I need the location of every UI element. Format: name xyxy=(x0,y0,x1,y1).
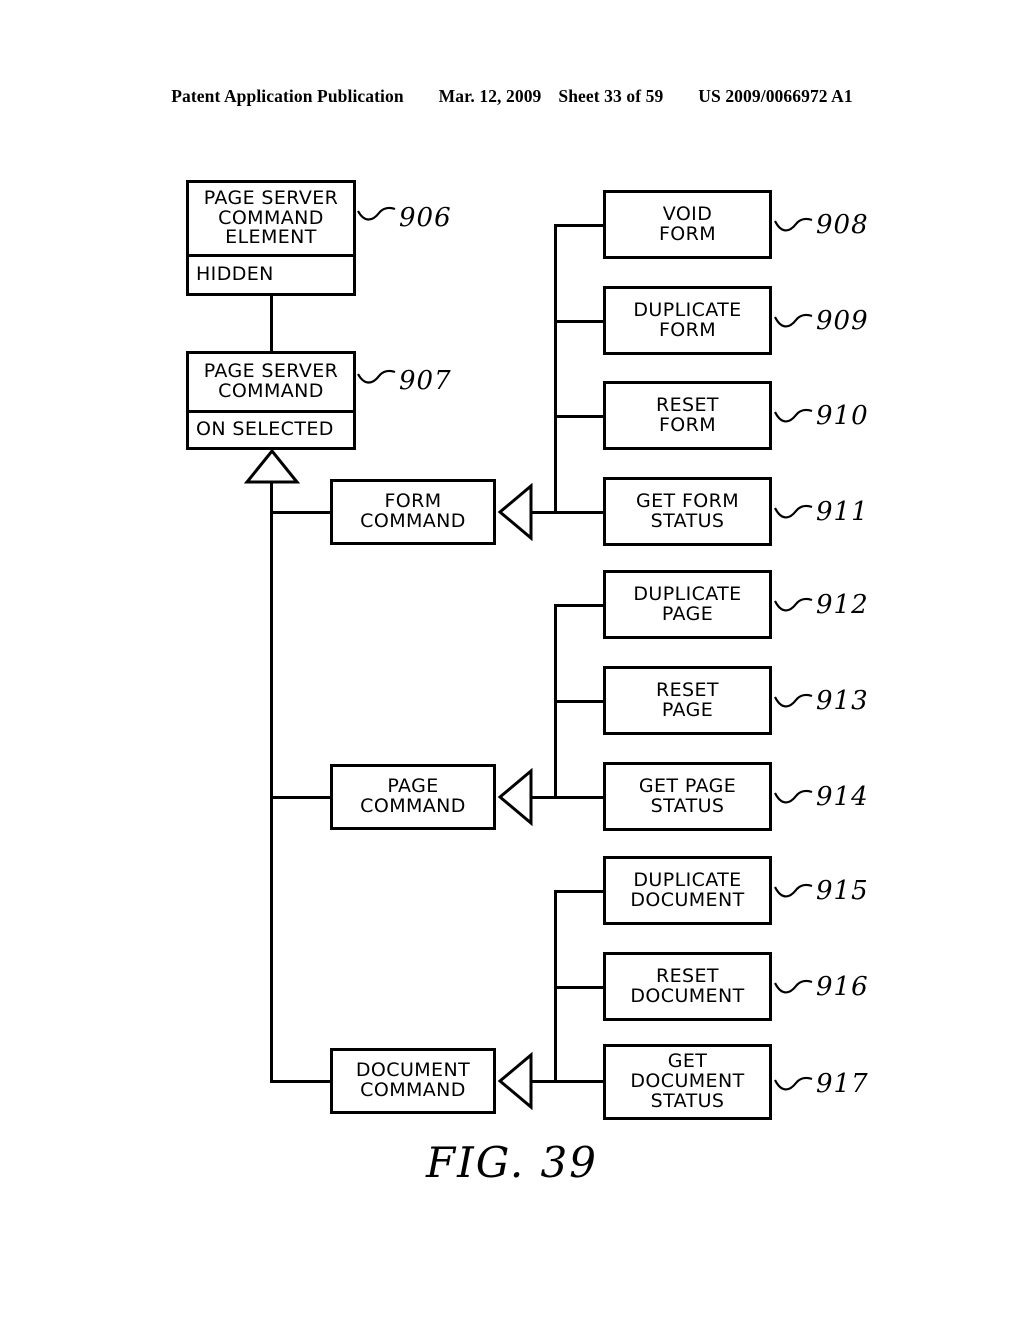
class-box-get-document-status: GET DOCUMENT STATUS xyxy=(603,1044,772,1120)
ref-leader-915 xyxy=(774,883,814,903)
class-name-document-command: DOCUMENT COMMAND xyxy=(355,1059,471,1101)
class-box-page-server-command: PAGE SERVER COMMAND ON SELECTED xyxy=(186,351,356,450)
branch-trunk-to-document-command xyxy=(270,1080,332,1083)
figure-caption: FIG. 39 xyxy=(426,1138,598,1187)
class-name-get-form-status: GET FORM STATUS xyxy=(635,489,740,532)
ref-leader-917 xyxy=(774,1076,814,1096)
ref-number-909: 909 xyxy=(816,306,869,336)
class-name-reset-form: RESET FORM xyxy=(656,393,719,436)
stub-reset-form xyxy=(554,415,606,418)
class-box-page-command: PAGE COMMAND xyxy=(330,764,496,830)
class-name-page-server-command: PAGE SERVER COMMAND xyxy=(203,360,339,402)
ref-leader-906 xyxy=(357,206,397,226)
ref-number-915: 915 xyxy=(816,876,869,906)
class-attribute-hidden: HIDDEN xyxy=(189,254,353,293)
ref-number-912: 912 xyxy=(816,590,869,620)
connector-page-command-to-page-group xyxy=(529,796,605,799)
ref-leader-907 xyxy=(357,369,397,389)
ref-leader-909 xyxy=(774,313,814,333)
class-box-form-command: FORM COMMAND xyxy=(330,479,496,545)
form-group-spine xyxy=(554,224,557,514)
stub-duplicate-document xyxy=(554,890,606,893)
ref-number-906: 906 xyxy=(399,203,452,233)
connector-element-to-command xyxy=(270,293,273,353)
class-box-page-server-command-element: PAGE SERVER COMMAND ELEMENT HIDDEN xyxy=(186,180,356,296)
class-box-reset-form: RESET FORM xyxy=(603,381,772,450)
ref-leader-914 xyxy=(774,789,814,809)
ref-leader-916 xyxy=(774,979,814,999)
stub-duplicate-form xyxy=(554,320,606,323)
inheritance-trunk-vertical xyxy=(270,481,273,1083)
ref-number-907: 907 xyxy=(399,366,452,396)
class-name-duplicate-page: DUPLICATE PAGE xyxy=(633,582,742,625)
class-name-duplicate-form: DUPLICATE FORM xyxy=(633,298,742,341)
stub-reset-page xyxy=(554,700,606,703)
class-box-reset-document: RESET DOCUMENT xyxy=(603,952,772,1021)
stub-void-form xyxy=(554,224,606,227)
branch-trunk-to-page-command xyxy=(270,796,332,799)
ref-leader-910 xyxy=(774,408,814,428)
ref-number-908: 908 xyxy=(816,210,869,240)
class-box-duplicate-document: DUPLICATE DOCUMENT xyxy=(603,856,772,925)
figure-39-diagram: PAGE SERVER COMMAND ELEMENT HIDDEN 906 P… xyxy=(0,0,1024,1320)
ref-number-911: 911 xyxy=(816,497,869,527)
class-box-get-page-status: GET PAGE STATUS xyxy=(603,762,772,831)
class-name-page-command: PAGE COMMAND xyxy=(360,775,466,817)
class-name-duplicate-document: DUPLICATE DOCUMENT xyxy=(630,868,745,911)
class-name-get-page-status: GET PAGE STATUS xyxy=(638,774,737,817)
class-box-duplicate-form: DUPLICATE FORM xyxy=(603,286,772,355)
ref-leader-913 xyxy=(774,693,814,713)
ref-number-914: 914 xyxy=(816,782,869,812)
connector-form-command-to-form-group xyxy=(529,511,605,514)
ref-number-910: 910 xyxy=(816,401,869,431)
class-name-void-form: VOID FORM xyxy=(658,202,717,245)
ref-leader-912 xyxy=(774,597,814,617)
class-box-duplicate-page: DUPLICATE PAGE xyxy=(603,570,772,639)
class-name-page-server-command-element: PAGE SERVER COMMAND ELEMENT xyxy=(203,186,339,249)
ref-leader-908 xyxy=(774,217,814,237)
class-box-reset-page: RESET PAGE xyxy=(603,666,772,735)
stub-duplicate-page xyxy=(554,604,606,607)
ref-leader-911 xyxy=(774,504,814,524)
class-name-reset-page: RESET PAGE xyxy=(656,678,719,721)
class-box-get-form-status: GET FORM STATUS xyxy=(603,477,772,546)
branch-trunk-to-form-command xyxy=(270,511,332,514)
class-box-document-command: DOCUMENT COMMAND xyxy=(330,1048,496,1114)
ref-number-913: 913 xyxy=(816,686,869,716)
ref-number-916: 916 xyxy=(816,972,869,1002)
class-name-get-document-status: GET DOCUMENT STATUS xyxy=(630,1050,745,1112)
ref-number-917: 917 xyxy=(816,1069,869,1099)
class-name-reset-document: RESET DOCUMENT xyxy=(630,964,745,1007)
class-attribute-on-selected: ON SELECTED xyxy=(189,410,353,447)
stub-reset-document xyxy=(554,986,606,989)
class-name-form-command: FORM COMMAND xyxy=(360,490,466,532)
connector-document-command-to-document-group xyxy=(529,1080,605,1083)
class-box-void-form: VOID FORM xyxy=(603,190,772,259)
